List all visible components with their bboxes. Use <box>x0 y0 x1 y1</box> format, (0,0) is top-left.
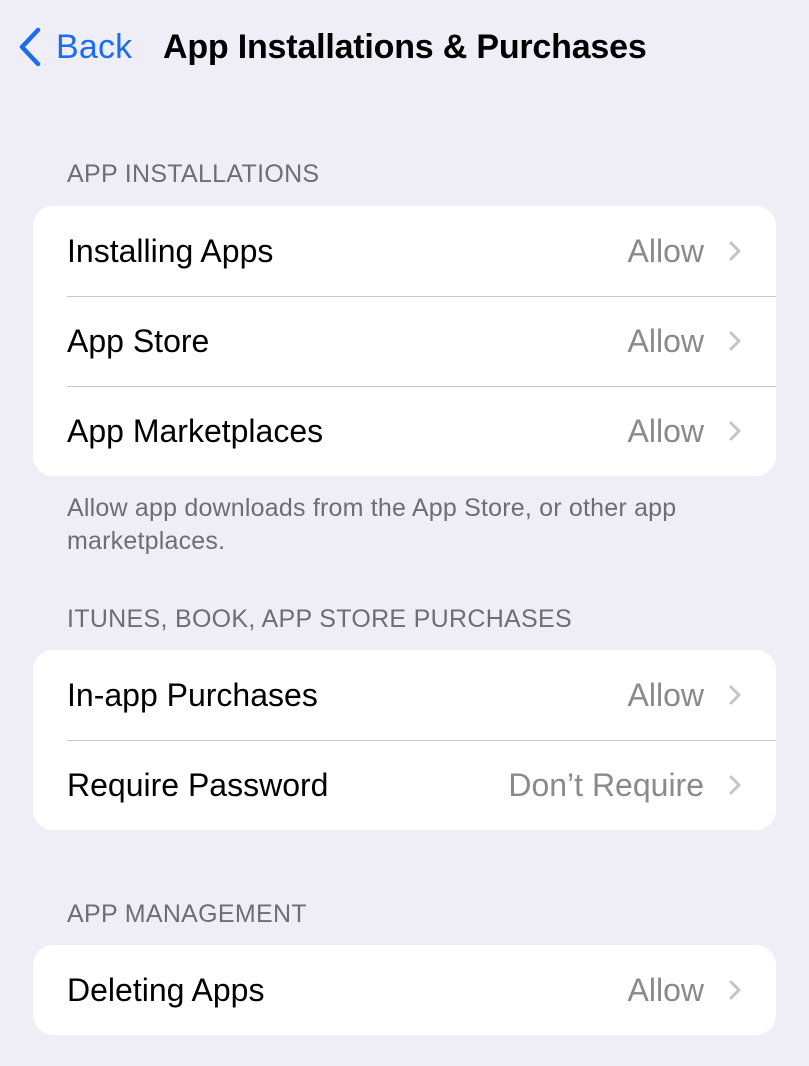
row-label: App Store <box>67 322 210 359</box>
chevron-right-icon <box>729 241 741 261</box>
row-deleting-apps[interactable]: Deleting Apps Allow <box>33 945 776 1035</box>
app-management-group: Deleting Apps Allow <box>33 945 776 1035</box>
chevron-right-icon <box>729 775 741 795</box>
row-label: Installing Apps <box>67 232 274 269</box>
row-in-app-purchases[interactable]: In-app Purchases Allow <box>33 650 776 740</box>
row-label: App Marketplaces <box>67 412 324 449</box>
row-value: Allow <box>627 322 704 359</box>
row-installing-apps[interactable]: Installing Apps Allow <box>33 206 776 296</box>
back-button[interactable]: Back <box>18 24 132 70</box>
chevron-right-icon <box>729 980 741 1000</box>
row-app-marketplaces[interactable]: App Marketplaces Allow <box>33 386 776 476</box>
row-value: Allow <box>627 412 704 449</box>
row-label: Deleting Apps <box>67 971 265 1008</box>
section-header-app-installations: APP INSTALLATIONS <box>67 160 320 188</box>
section-footer-app-installations: Allow app downloads from the App Store, … <box>67 494 677 555</box>
row-app-store[interactable]: App Store Allow <box>33 296 776 386</box>
section-header-app-management: APP MANAGEMENT <box>67 900 307 928</box>
back-label: Back <box>56 27 133 66</box>
row-value: Allow <box>627 676 704 713</box>
row-value: Don’t Require <box>508 766 704 803</box>
chevron-right-icon <box>729 421 741 441</box>
section-header-purchases: ITUNES, BOOK, APP STORE PURCHASES <box>67 605 572 633</box>
app-installations-group: Installing Apps Allow App Store Allow Ap… <box>33 206 776 476</box>
row-label: Require Password <box>67 766 329 803</box>
row-value: Allow <box>627 971 704 1008</box>
purchases-group: In-app Purchases Allow Require Password … <box>33 650 776 830</box>
chevron-left-icon <box>18 27 42 67</box>
page-title: App Installations & Purchases <box>163 28 647 66</box>
navigation-bar: Back App Installations & Purchases <box>0 0 809 95</box>
row-require-password[interactable]: Require Password Don’t Require <box>33 740 776 830</box>
chevron-right-icon <box>729 685 741 705</box>
row-value: Allow <box>627 232 704 269</box>
row-label: In-app Purchases <box>67 676 318 713</box>
chevron-right-icon <box>729 331 741 351</box>
